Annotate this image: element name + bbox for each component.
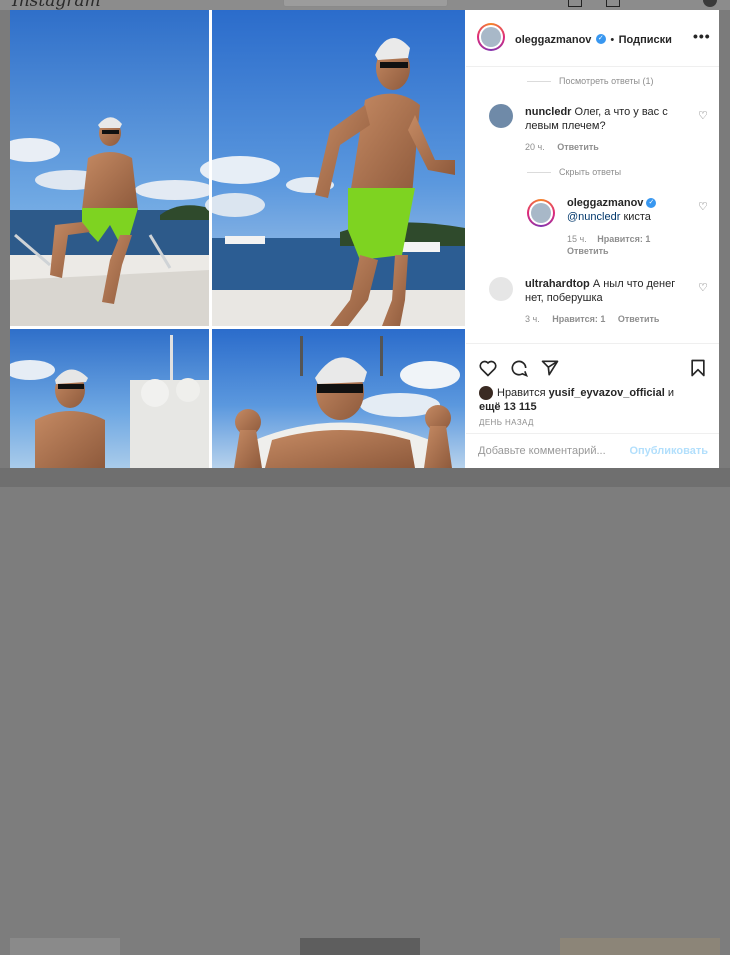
backdrop-bottom: [0, 468, 730, 955]
post-photo-collage[interactable]: [10, 10, 465, 468]
commenter-avatar[interactable]: [489, 277, 513, 301]
reply-button[interactable]: Ответить: [557, 142, 599, 152]
search-input[interactable]: [283, 0, 448, 7]
likes-summary: Нравится yusif_eyvazov_official и ещё 13…: [479, 386, 674, 414]
publish-button[interactable]: Опубликовать: [629, 445, 708, 457]
heart-icon[interactable]: ♡: [698, 281, 708, 294]
comment-likes[interactable]: Нравится: 1: [552, 314, 605, 324]
backdrop-left: [0, 10, 10, 487]
comment-time: 20 ч.: [525, 142, 545, 152]
post-actions: Нравится yusif_eyvazov_official и ещё 13…: [466, 343, 719, 439]
photo-top-left: [10, 10, 215, 326]
commenter-avatar[interactable]: [489, 104, 513, 128]
author-username[interactable]: oleggazmanov: [515, 34, 591, 46]
share-icon[interactable]: [540, 358, 560, 378]
comment-icon[interactable]: [509, 358, 529, 378]
post-modal: oleggazmanov ✓ • Подписки ••• Посмотреть…: [10, 10, 719, 468]
verified-icon: ✓: [646, 198, 657, 209]
reply-username[interactable]: oleggazmanov: [567, 197, 643, 209]
post-side-panel: oleggazmanov ✓ • Подписки ••• Посмотреть…: [466, 10, 719, 468]
profile-avatar[interactable]: [703, 0, 717, 7]
view-replies-toggle[interactable]: Посмотреть ответы (1): [527, 76, 654, 86]
reply-avatar[interactable]: [527, 199, 555, 227]
more-icon[interactable]: •••: [693, 28, 711, 44]
heart-icon[interactable]: [478, 358, 498, 378]
following-button[interactable]: Подписки: [619, 34, 672, 46]
post-date: ДЕНЬ НАЗАД: [479, 418, 534, 427]
activity-icon[interactable]: [568, 0, 582, 7]
reply-button[interactable]: Ответить: [567, 246, 609, 256]
photo-top-right: [200, 10, 465, 326]
mention-link[interactable]: @nuncledr: [567, 211, 620, 223]
reply-button[interactable]: Ответить: [618, 314, 660, 324]
hide-replies-toggle[interactable]: Скрыть ответы: [527, 167, 621, 177]
backdrop-right: [719, 10, 730, 487]
feed-thumbnail[interactable]: [560, 938, 720, 955]
bookmark-icon[interactable]: [688, 358, 708, 378]
author-avatar[interactable]: [477, 23, 505, 51]
reply-text: oleggazmanov ✓ @nuncledr киста: [567, 196, 687, 224]
comment-username[interactable]: ultrahardtop: [525, 278, 590, 290]
explore-icon[interactable]: [606, 0, 620, 7]
comment-time: 3 ч.: [525, 314, 540, 324]
top-nav-bar: Instagram: [0, 0, 730, 11]
comment-input[interactable]: Добавьте комментарий...: [478, 445, 606, 457]
photo-bottom-right: [212, 329, 465, 468]
liker-avatar: [479, 386, 493, 401]
reply-likes[interactable]: Нравится: 1: [597, 234, 650, 244]
liker-username[interactable]: yusif_eyvazov_official: [549, 387, 665, 399]
heart-icon[interactable]: ♡: [698, 200, 708, 213]
post-header: oleggazmanov ✓ • Подписки •••: [466, 10, 719, 67]
heart-icon[interactable]: ♡: [698, 109, 708, 122]
verified-icon: ✓: [595, 33, 606, 44]
feed-thumbnail[interactable]: [300, 938, 420, 955]
comment-form: Добавьте комментарий... Опубликовать: [466, 433, 719, 468]
photo-bottom-left: [10, 329, 209, 468]
comment-username[interactable]: nuncledr: [525, 106, 571, 118]
likes-count[interactable]: ещё 13 115: [479, 401, 537, 413]
feed-thumbnail[interactable]: [10, 938, 120, 955]
comment-text: ultrahardtop А ныл что денег нет, поберу…: [525, 278, 676, 304]
comment-text: nuncledr Олег, а что у вас с левым плече…: [525, 106, 668, 132]
reply-time: 15 ч.: [567, 234, 587, 244]
